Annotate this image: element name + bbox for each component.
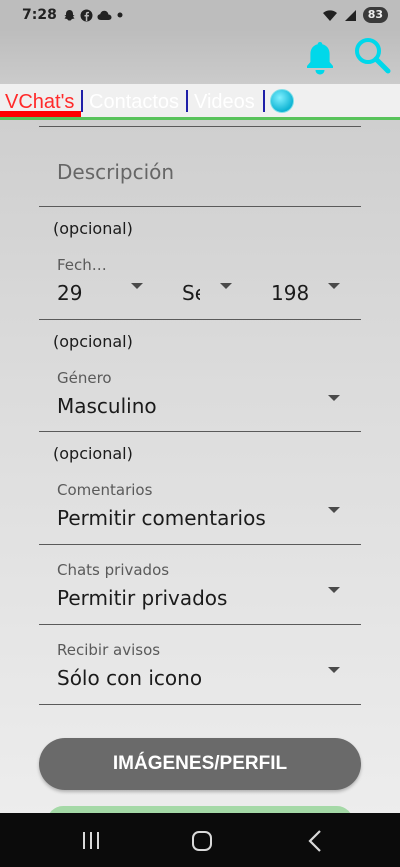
tab-bar-line <box>0 117 400 120</box>
signal-icon <box>344 9 356 21</box>
month-select[interactable]: Se <box>182 281 200 305</box>
year-chevron-down-icon[interactable] <box>328 283 340 289</box>
chats-privados-underline <box>39 624 361 625</box>
chats-privados-label: Chats privados <box>57 561 170 579</box>
comentarios-label: Comentarios <box>57 481 153 499</box>
tab-separator <box>81 90 83 112</box>
bell-icon[interactable] <box>303 40 337 76</box>
recibir-avisos-label: Recibir avisos <box>57 641 161 659</box>
divider <box>39 126 361 127</box>
recibir-avisos-select[interactable]: Sólo con icono <box>57 666 202 690</box>
fecha-label: Fech… <box>57 256 107 274</box>
day-select[interactable]: 29 <box>57 281 82 305</box>
facebook-icon <box>80 9 93 21</box>
genero-chevron-down-icon[interactable] <box>328 395 340 401</box>
status-right: 83 <box>322 7 388 23</box>
day-chevron-down-icon[interactable] <box>131 283 143 289</box>
description-input[interactable]: Descripción <box>57 160 174 184</box>
fecha-underline <box>39 319 361 320</box>
chats-privados-chevron-down-icon[interactable] <box>328 587 340 593</box>
dot-icon <box>117 12 123 18</box>
home-icon[interactable] <box>192 831 212 851</box>
comentarios-optional-hint: (opcional) <box>53 444 133 463</box>
genero-select[interactable]: Masculino <box>57 394 157 418</box>
year-select[interactable]: 198 <box>271 281 309 305</box>
chats-privados-select[interactable]: Permitir privados <box>57 586 227 610</box>
navigation-bar <box>0 813 400 867</box>
tab-contactos[interactable]: Contactos <box>89 90 179 114</box>
notification-icons <box>63 9 124 22</box>
app-bar <box>0 30 400 84</box>
genero-optional-hint: (opcional) <box>53 332 133 351</box>
tab-separator <box>186 90 188 112</box>
search-icon[interactable] <box>352 36 392 76</box>
status-left: 7:28 <box>22 7 322 23</box>
genero-label: Género <box>57 369 112 387</box>
status-bar: 7:28 83 <box>0 0 400 30</box>
recent-apps-icon[interactable] <box>82 832 100 849</box>
wifi-icon <box>322 9 337 21</box>
back-icon[interactable] <box>307 830 323 852</box>
description-underline <box>39 206 361 207</box>
active-tab-indicator <box>0 111 81 117</box>
battery-indicator: 83 <box>362 7 388 23</box>
tab-separator <box>263 90 265 112</box>
fecha-optional-hint: (opcional) <box>53 219 133 238</box>
comentarios-chevron-down-icon[interactable] <box>328 507 340 513</box>
globe-icon[interactable] <box>270 89 294 113</box>
tab-videos[interactable]: Videos <box>194 90 255 114</box>
cloud-icon <box>97 10 112 20</box>
genero-underline <box>39 431 361 432</box>
recibir-avisos-chevron-down-icon[interactable] <box>328 667 340 673</box>
month-chevron-down-icon[interactable] <box>220 283 232 289</box>
comentarios-select[interactable]: Permitir comentarios <box>57 506 266 530</box>
snapchat-icon <box>64 9 75 20</box>
images-profile-button[interactable]: IMÁGENES/PERFIL <box>39 738 361 790</box>
recibir-avisos-underline <box>39 704 361 705</box>
comentarios-underline <box>39 544 361 545</box>
status-time: 7:28 <box>22 7 57 23</box>
